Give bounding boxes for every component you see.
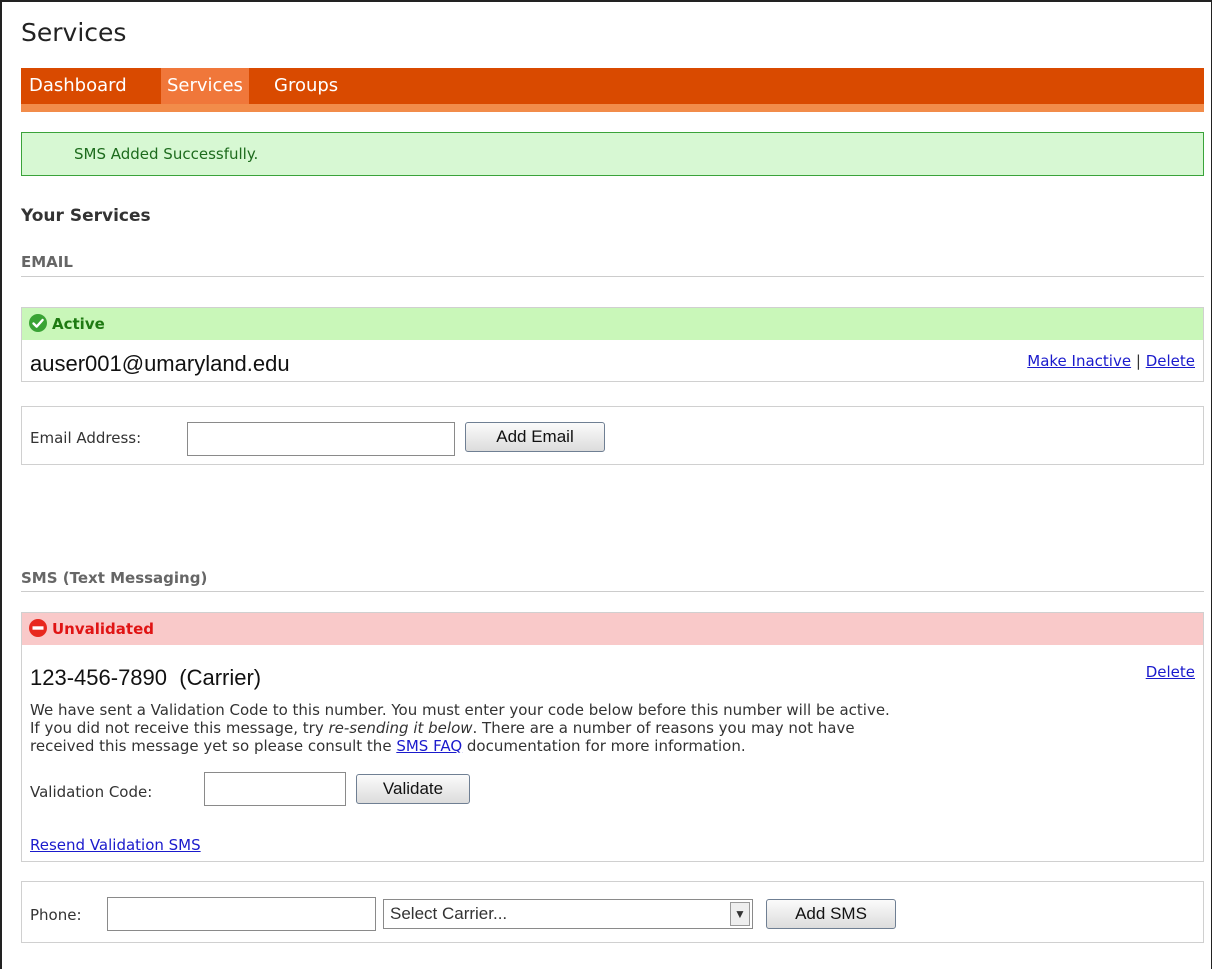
- message-text: documentation for more information.: [462, 737, 746, 755]
- sms-carrier: (Carrier): [179, 665, 262, 690]
- sms-number-row: 123-456-7890 (Carrier): [30, 665, 261, 691]
- email-divider: [21, 276, 1204, 277]
- email-actions: Make Inactive | Delete: [1027, 352, 1195, 370]
- email-address-value: auser001@umaryland.edu: [30, 351, 290, 376]
- minus-circle-icon: [29, 619, 47, 637]
- chevron-down-icon[interactable]: ▼: [730, 902, 750, 926]
- sms-faq-link[interactable]: SMS FAQ: [396, 737, 462, 755]
- sms-divider: [21, 591, 1204, 592]
- phone-input[interactable]: [107, 897, 376, 931]
- sms-validation-message: We have sent a Validation Code to this n…: [30, 701, 890, 755]
- add-sms-form: Phone: Select Carrier... ▼ Add SMS: [21, 881, 1204, 943]
- success-message: SMS Added Successfully.: [21, 132, 1204, 176]
- message-text: . There are a number of reasons you may …: [472, 719, 855, 737]
- add-email-form: Email Address: Add Email: [21, 406, 1204, 465]
- nav-item-groups[interactable]: Groups: [268, 68, 344, 104]
- sms-phone-number: 123-456-7890: [30, 665, 168, 690]
- resend-validation-link[interactable]: Resend Validation SMS: [30, 836, 201, 854]
- validate-button[interactable]: Validate: [356, 774, 470, 804]
- sms-heading: SMS (Text Messaging): [21, 569, 208, 587]
- email-delete-link[interactable]: Delete: [1146, 352, 1195, 370]
- email-service-panel: Active auser001@umaryland.edu Make Inact…: [21, 307, 1204, 382]
- add-sms-button[interactable]: Add SMS: [766, 899, 896, 929]
- email-status-bar: Active: [22, 308, 1203, 340]
- action-separator: |: [1135, 352, 1141, 370]
- success-message-text: SMS Added Successfully.: [74, 145, 259, 163]
- validation-code-input[interactable]: [204, 772, 346, 806]
- message-line-1: We have sent a Validation Code to this n…: [30, 701, 890, 719]
- add-email-button[interactable]: Add Email: [465, 422, 605, 452]
- check-circle-icon: [29, 314, 47, 332]
- carrier-select[interactable]: Select Carrier... ▼: [383, 899, 753, 929]
- message-line-2: If you did not receive this message, try…: [30, 719, 890, 737]
- nav-item-services[interactable]: Services: [161, 68, 249, 104]
- sms-status-label: Unvalidated: [52, 620, 154, 638]
- message-text: received this message yet so please cons…: [30, 737, 397, 755]
- message-line-3: received this message yet so please cons…: [30, 737, 890, 755]
- phone-label: Phone:: [30, 906, 82, 924]
- email-address-label: Email Address:: [30, 429, 142, 447]
- carrier-select-value: Select Carrier...: [390, 904, 508, 923]
- page-title: Services: [21, 18, 127, 47]
- sms-service-panel: Unvalidated 123-456-7890 (Carrier) Delet…: [21, 612, 1204, 862]
- resend-emphasis: re-sending it below: [328, 719, 473, 737]
- nav-item-dashboard[interactable]: Dashboard: [23, 68, 133, 104]
- email-address-input[interactable]: [187, 422, 455, 456]
- validation-code-label: Validation Code:: [30, 783, 153, 801]
- sms-status-bar: Unvalidated: [22, 613, 1203, 645]
- top-nav: Dashboard Services Groups: [21, 68, 1204, 112]
- message-text: If you did not receive this message, try: [30, 719, 329, 737]
- email-heading: EMAIL: [21, 253, 73, 271]
- your-services-heading: Your Services: [21, 206, 151, 226]
- email-status-label: Active: [52, 315, 105, 333]
- make-inactive-link[interactable]: Make Inactive: [1027, 352, 1131, 370]
- sms-delete-link[interactable]: Delete: [1146, 663, 1195, 681]
